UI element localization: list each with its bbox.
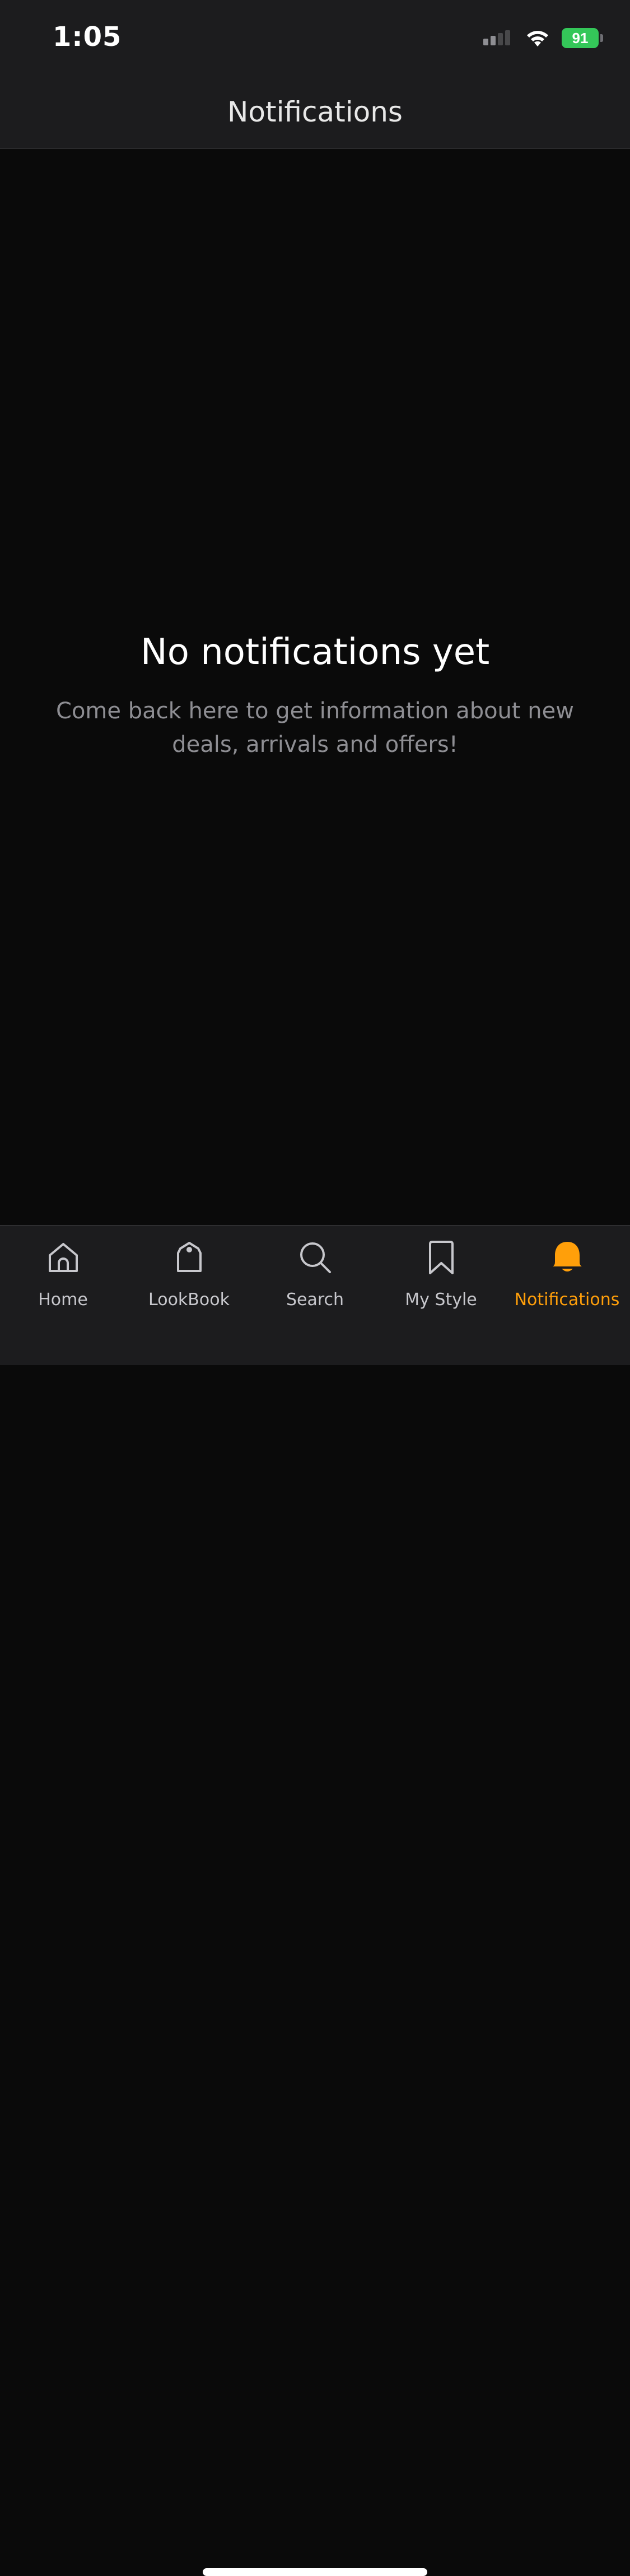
- battery-icon: 91: [562, 27, 604, 49]
- bell-icon: [547, 1237, 587, 1278]
- home-indicator[interactable]: [203, 2568, 427, 2576]
- bookmark-icon: [421, 1237, 461, 1278]
- tag-icon: [169, 1237, 209, 1278]
- battery-level: 91: [562, 28, 599, 48]
- wifi-icon: [527, 31, 548, 46]
- tab-home[interactable]: Home: [0, 1237, 126, 1310]
- cellular-signal-icon: [483, 30, 510, 45]
- notifications-content: [0, 149, 630, 1225]
- search-icon: [295, 1237, 335, 1278]
- status-time: 1:05: [53, 21, 122, 53]
- empty-state-subtitle: Come back here to get information about …: [56, 698, 574, 758]
- tab-notifications[interactable]: Notifications: [504, 1237, 630, 1310]
- tab-label-my-style: My Style: [405, 1290, 477, 1310]
- tab-label-home: Home: [38, 1290, 88, 1310]
- empty-state-title: No notifications yet: [140, 632, 490, 673]
- battery-cap: [600, 34, 603, 42]
- status-bar: 1:05 91: [0, 0, 630, 76]
- tab-bar: Home LookBook Search My Style Notificati…: [0, 1225, 630, 2576]
- page-title: Notifications: [227, 96, 403, 128]
- home-icon: [43, 1237, 83, 1278]
- status-icons: 91: [482, 26, 604, 50]
- nav-header: Notifications: [0, 76, 630, 149]
- tab-label-notifications: Notifications: [514, 1290, 620, 1310]
- tab-my-style[interactable]: My Style: [378, 1237, 504, 1310]
- tab-lookbook[interactable]: LookBook: [126, 1237, 252, 1310]
- tab-search[interactable]: Search: [252, 1237, 378, 1310]
- tab-label-search: Search: [286, 1290, 344, 1310]
- tab-label-lookbook: LookBook: [148, 1290, 230, 1310]
